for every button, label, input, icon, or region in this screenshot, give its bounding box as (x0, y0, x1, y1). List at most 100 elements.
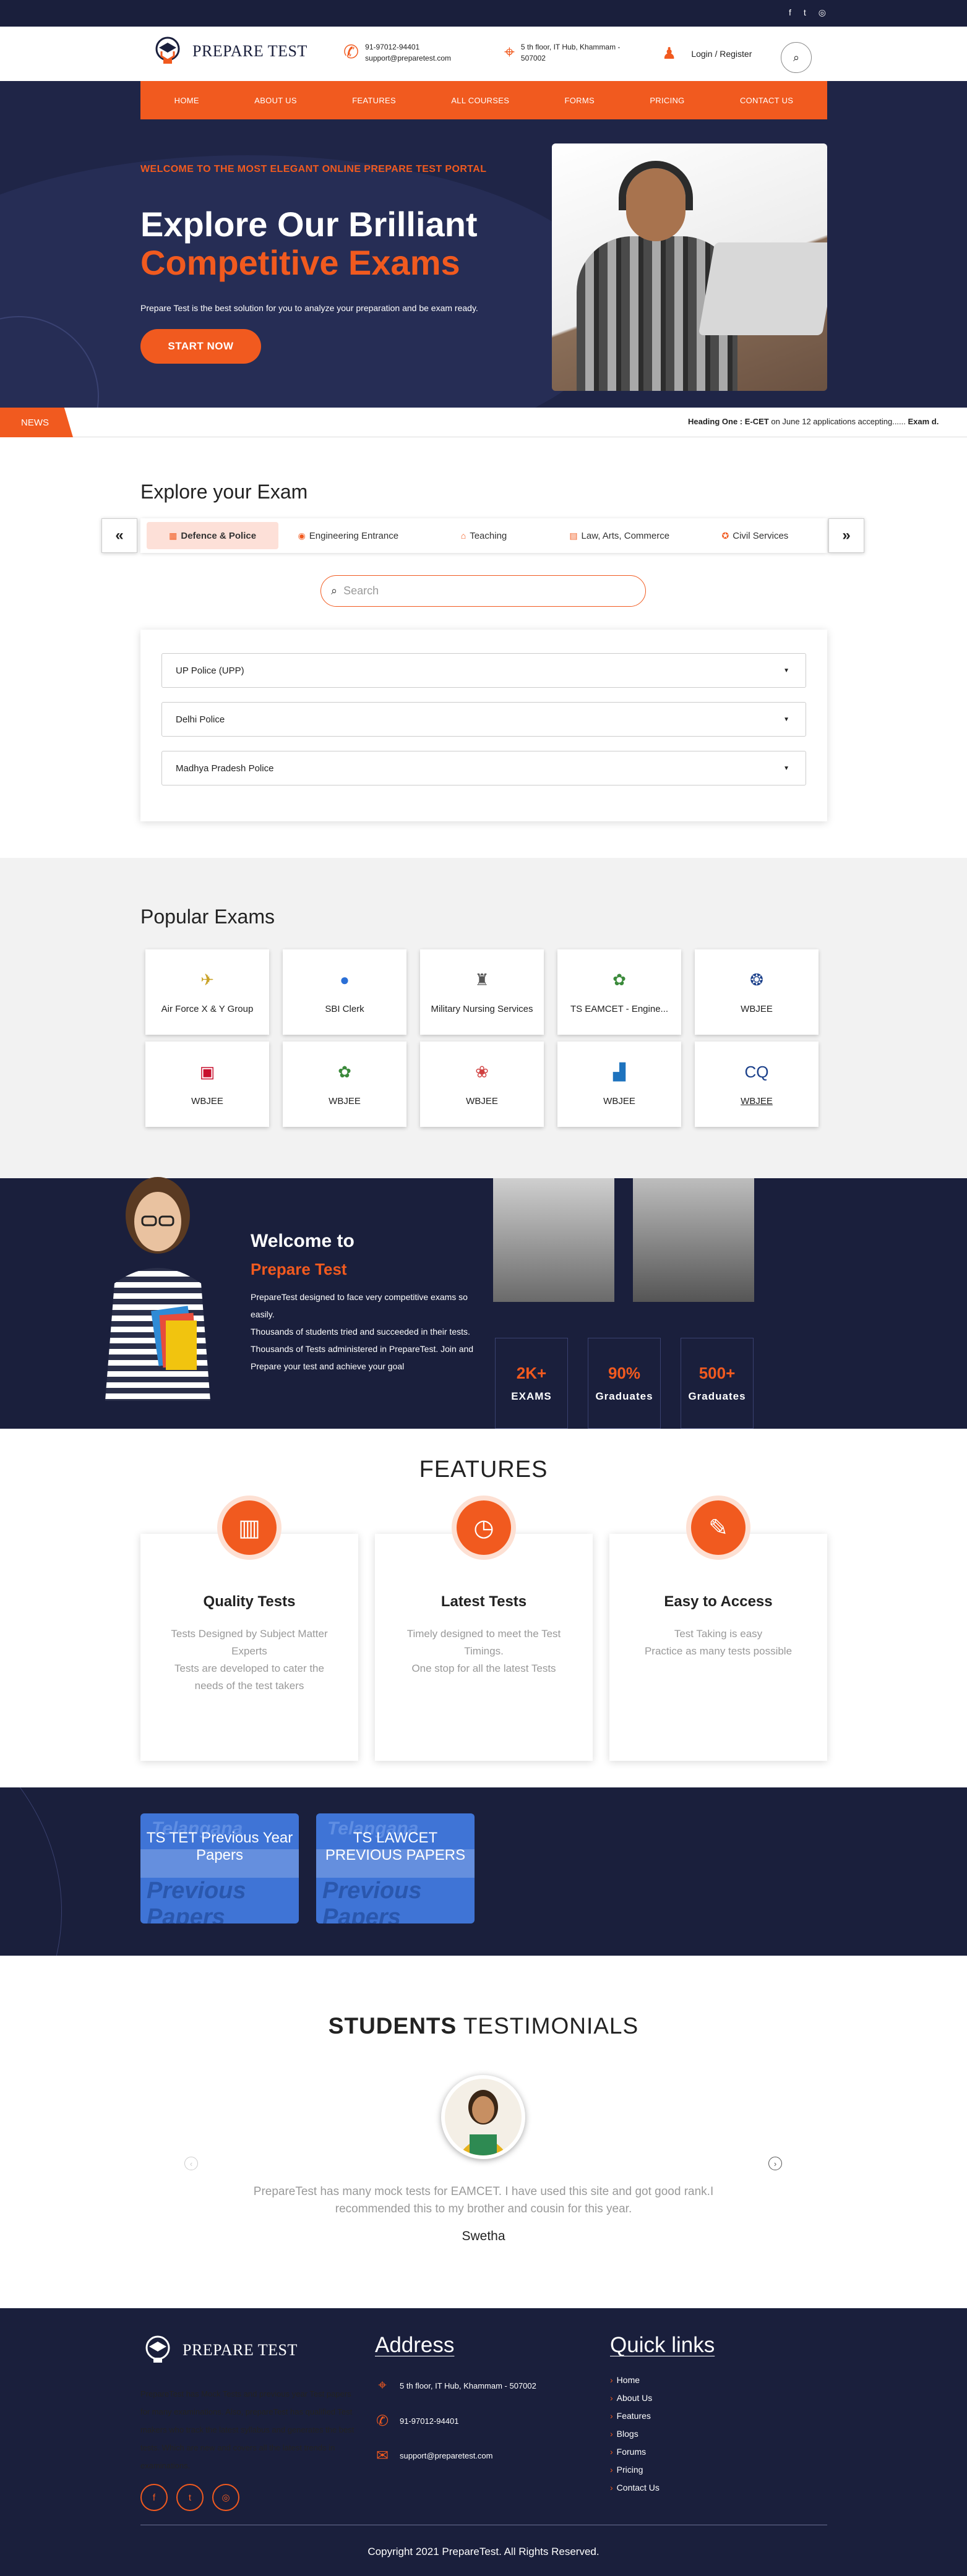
paper-label: TS LAWCET PREVIOUS PAPERS (325, 1829, 466, 1864)
exam-logo-icon: ♜ (475, 970, 489, 989)
nav-home[interactable]: HOME (174, 96, 199, 105)
facebook-icon[interactable]: f (140, 2484, 168, 2511)
tabs-next-arrow[interactable]: » (828, 518, 864, 553)
law-icon: ▤ (569, 530, 578, 541)
exam-logo-icon: ❂ (750, 970, 763, 989)
exam-name: TS EAMCET - Engine... (570, 1004, 669, 1014)
exam-dropdown-upp[interactable]: UP Police (UPP) ▼ (161, 653, 806, 688)
tab-teaching[interactable]: ⌂ Teaching (418, 522, 549, 549)
popular-exam-card[interactable]: ❀ WBJEE (420, 1042, 544, 1127)
footer-logo[interactable]: PREPARE TEST (140, 2333, 298, 2368)
footer-link-contact[interactable]: › Contact Us (610, 2479, 660, 2497)
location-pin-icon: ⌖ (504, 42, 515, 62)
header-search-button[interactable]: ⌕ (781, 42, 812, 73)
teaching-icon: ⌂ (460, 531, 466, 541)
hero-title: Explore Our Brilliant (140, 205, 478, 244)
ts-lawcet-papers-card[interactable]: Telangana Previous Papers TS LAWCET PREV… (316, 1813, 475, 1923)
footer-social-links: f t ◎ (140, 2484, 239, 2511)
nav-forms[interactable]: FORMS (565, 96, 595, 105)
ts-tet-papers-card[interactable]: Telangana Previous Papers TS TET Previou… (140, 1813, 299, 1923)
instagram-icon[interactable]: ◎ (212, 2484, 239, 2511)
exam-name: WBJEE (741, 1004, 773, 1014)
popular-exam-card[interactable]: ♜ Military Nursing Services (420, 949, 544, 1035)
nav-about-us[interactable]: ABOUT US (254, 96, 297, 105)
nav-all-courses[interactable]: ALL COURSES (451, 96, 509, 105)
main-nav: HOME ABOUT US FEATURES ALL COURSES FORMS… (140, 81, 827, 119)
location-pin-icon: ⌖ (378, 2377, 387, 2394)
news-item[interactable]: Heading One : E-CET on June 12 applicati… (688, 417, 939, 426)
header-address-line2: 507002 (520, 54, 546, 62)
instagram-icon[interactable]: ◎ (819, 7, 826, 18)
popular-exam-card[interactable]: ● SBI Clerk (283, 949, 406, 1035)
tab-civil-services[interactable]: ✪ Civil Services (689, 522, 821, 549)
login-register-link[interactable]: ♟ Login / Register (662, 44, 752, 63)
tab-defence-police[interactable]: ▦ Defence & Police (147, 522, 279, 549)
search-icon: ⌕ (793, 51, 800, 64)
header-email[interactable]: support@preparetest.com (365, 53, 451, 64)
stat-exams: 2K+ EXAMS (495, 1338, 568, 1429)
exam-logo-icon: ▟ (613, 1062, 625, 1081)
popular-exam-card[interactable]: ✈ Air Force X & Y Group (145, 949, 269, 1035)
feature-card-latest: Latest Tests Timely designed to meet the… (375, 1534, 593, 1761)
header-address-line1: 5 th floor, IT Hub, Khammam - (520, 43, 621, 51)
popular-exam-card[interactable]: ❂ WBJEE (695, 949, 819, 1035)
caret-down-icon: ▼ (783, 716, 789, 723)
footer-link-home[interactable]: › Home (610, 2371, 660, 2389)
decorative-arc (0, 1787, 62, 1956)
caret-down-icon: ▼ (783, 667, 789, 674)
nav-contact-us[interactable]: CONTACT US (740, 96, 793, 105)
footer-link-blogs[interactable]: › Blogs (610, 2425, 660, 2443)
site-header: PREPARE TEST ✆ 91-97012-94401 support@pr… (0, 27, 967, 81)
footer-link-pricing[interactable]: › Pricing (610, 2461, 660, 2479)
testimonial-author: Swetha (462, 2229, 505, 2243)
popular-exam-card[interactable]: ✿ TS EAMCET - Engine... (557, 949, 681, 1035)
footer-link-about[interactable]: › About Us (610, 2389, 660, 2407)
phone-icon: ✆ (376, 2413, 389, 2429)
student-girl-image (105, 1177, 210, 1401)
nav-features[interactable]: FEATURES (352, 96, 396, 105)
explore-title: Explore your Exam (140, 481, 308, 503)
header-address: ⌖ 5 th floor, IT Hub, Khammam - 507002 (504, 41, 620, 64)
popular-exam-card[interactable]: ▟ WBJEE (557, 1042, 681, 1127)
popular-exam-card[interactable]: ✿ WBJEE (283, 1042, 406, 1127)
brand-name: PREPARE TEST (192, 42, 307, 60)
clock-icon: ◷ (452, 1496, 516, 1560)
feature-title: Latest Tests (441, 1593, 527, 1610)
welcome-title: Welcome to (251, 1231, 355, 1251)
tab-engineering-entrance[interactable]: ◉ Engineering Entrance (282, 522, 414, 549)
exam-logo-icon: ✿ (338, 1062, 351, 1081)
police-icon: ▦ (169, 530, 178, 541)
footer-email[interactable]: ✉ support@preparetest.com (375, 2447, 493, 2465)
twitter-icon[interactable]: t (804, 7, 806, 18)
tabs-prev-arrow[interactable]: « (101, 518, 137, 553)
footer-phone[interactable]: ✆ 91-97012-94401 (375, 2412, 458, 2430)
facebook-icon[interactable]: f (789, 7, 791, 18)
tab-law-arts-commerce[interactable]: ▤ Law, Arts, Commerce (554, 522, 685, 549)
exam-dropdown-panel: UP Police (UPP) ▼ Delhi Police ▼ Madhya Pr… (140, 630, 827, 821)
exam-logo-icon: CQ (744, 1062, 769, 1081)
footer-quick-links: › Home › About Us › Features › Blogs › Forums… (610, 2371, 660, 2497)
copyright: Copyright 2021 PrepareTest. All Rights R… (367, 2546, 600, 2557)
hero-kicker: WELCOME TO THE MOST ELEGANT ONLINE PREPA… (140, 164, 487, 174)
popular-exam-card[interactable]: CQ WBJEE (695, 1042, 819, 1127)
footer-link-forums[interactable]: › Forums (610, 2443, 660, 2461)
testimonial-prev-arrow[interactable]: ‹ (184, 2157, 198, 2170)
exam-logo-icon: ● (340, 970, 350, 989)
hero-title-highlight: Competitive Exams (140, 243, 460, 282)
twitter-icon[interactable]: t (176, 2484, 204, 2511)
exam-logo-icon: ❀ (475, 1062, 489, 1081)
graduates-image (493, 1178, 614, 1302)
stat-graduates-percent: 90% Graduates (588, 1338, 661, 1429)
start-now-button[interactable]: START NOW (140, 329, 261, 364)
header-phone[interactable]: 91-97012-94401 (365, 41, 451, 53)
exam-dropdown-delhi-police[interactable]: Delhi Police ▼ (161, 702, 806, 737)
popular-exam-card[interactable]: ▣ WBJEE (145, 1042, 269, 1127)
exam-dropdown-mp-police[interactable]: Madhya Pradesh Police ▼ (161, 751, 806, 785)
exam-search-input[interactable]: ⌕ Search (320, 575, 646, 607)
footer-link-features[interactable]: › Features (610, 2407, 660, 2425)
testimonial-next-arrow[interactable]: › (768, 2157, 782, 2170)
nav-pricing[interactable]: PRICING (650, 96, 684, 105)
footer-address: ⌖ 5 th floor, IT Hub, Khammam - 507002 (375, 2377, 536, 2394)
mail-icon: ✉ (376, 2447, 389, 2464)
site-logo[interactable]: PREPARE TEST (150, 34, 307, 69)
